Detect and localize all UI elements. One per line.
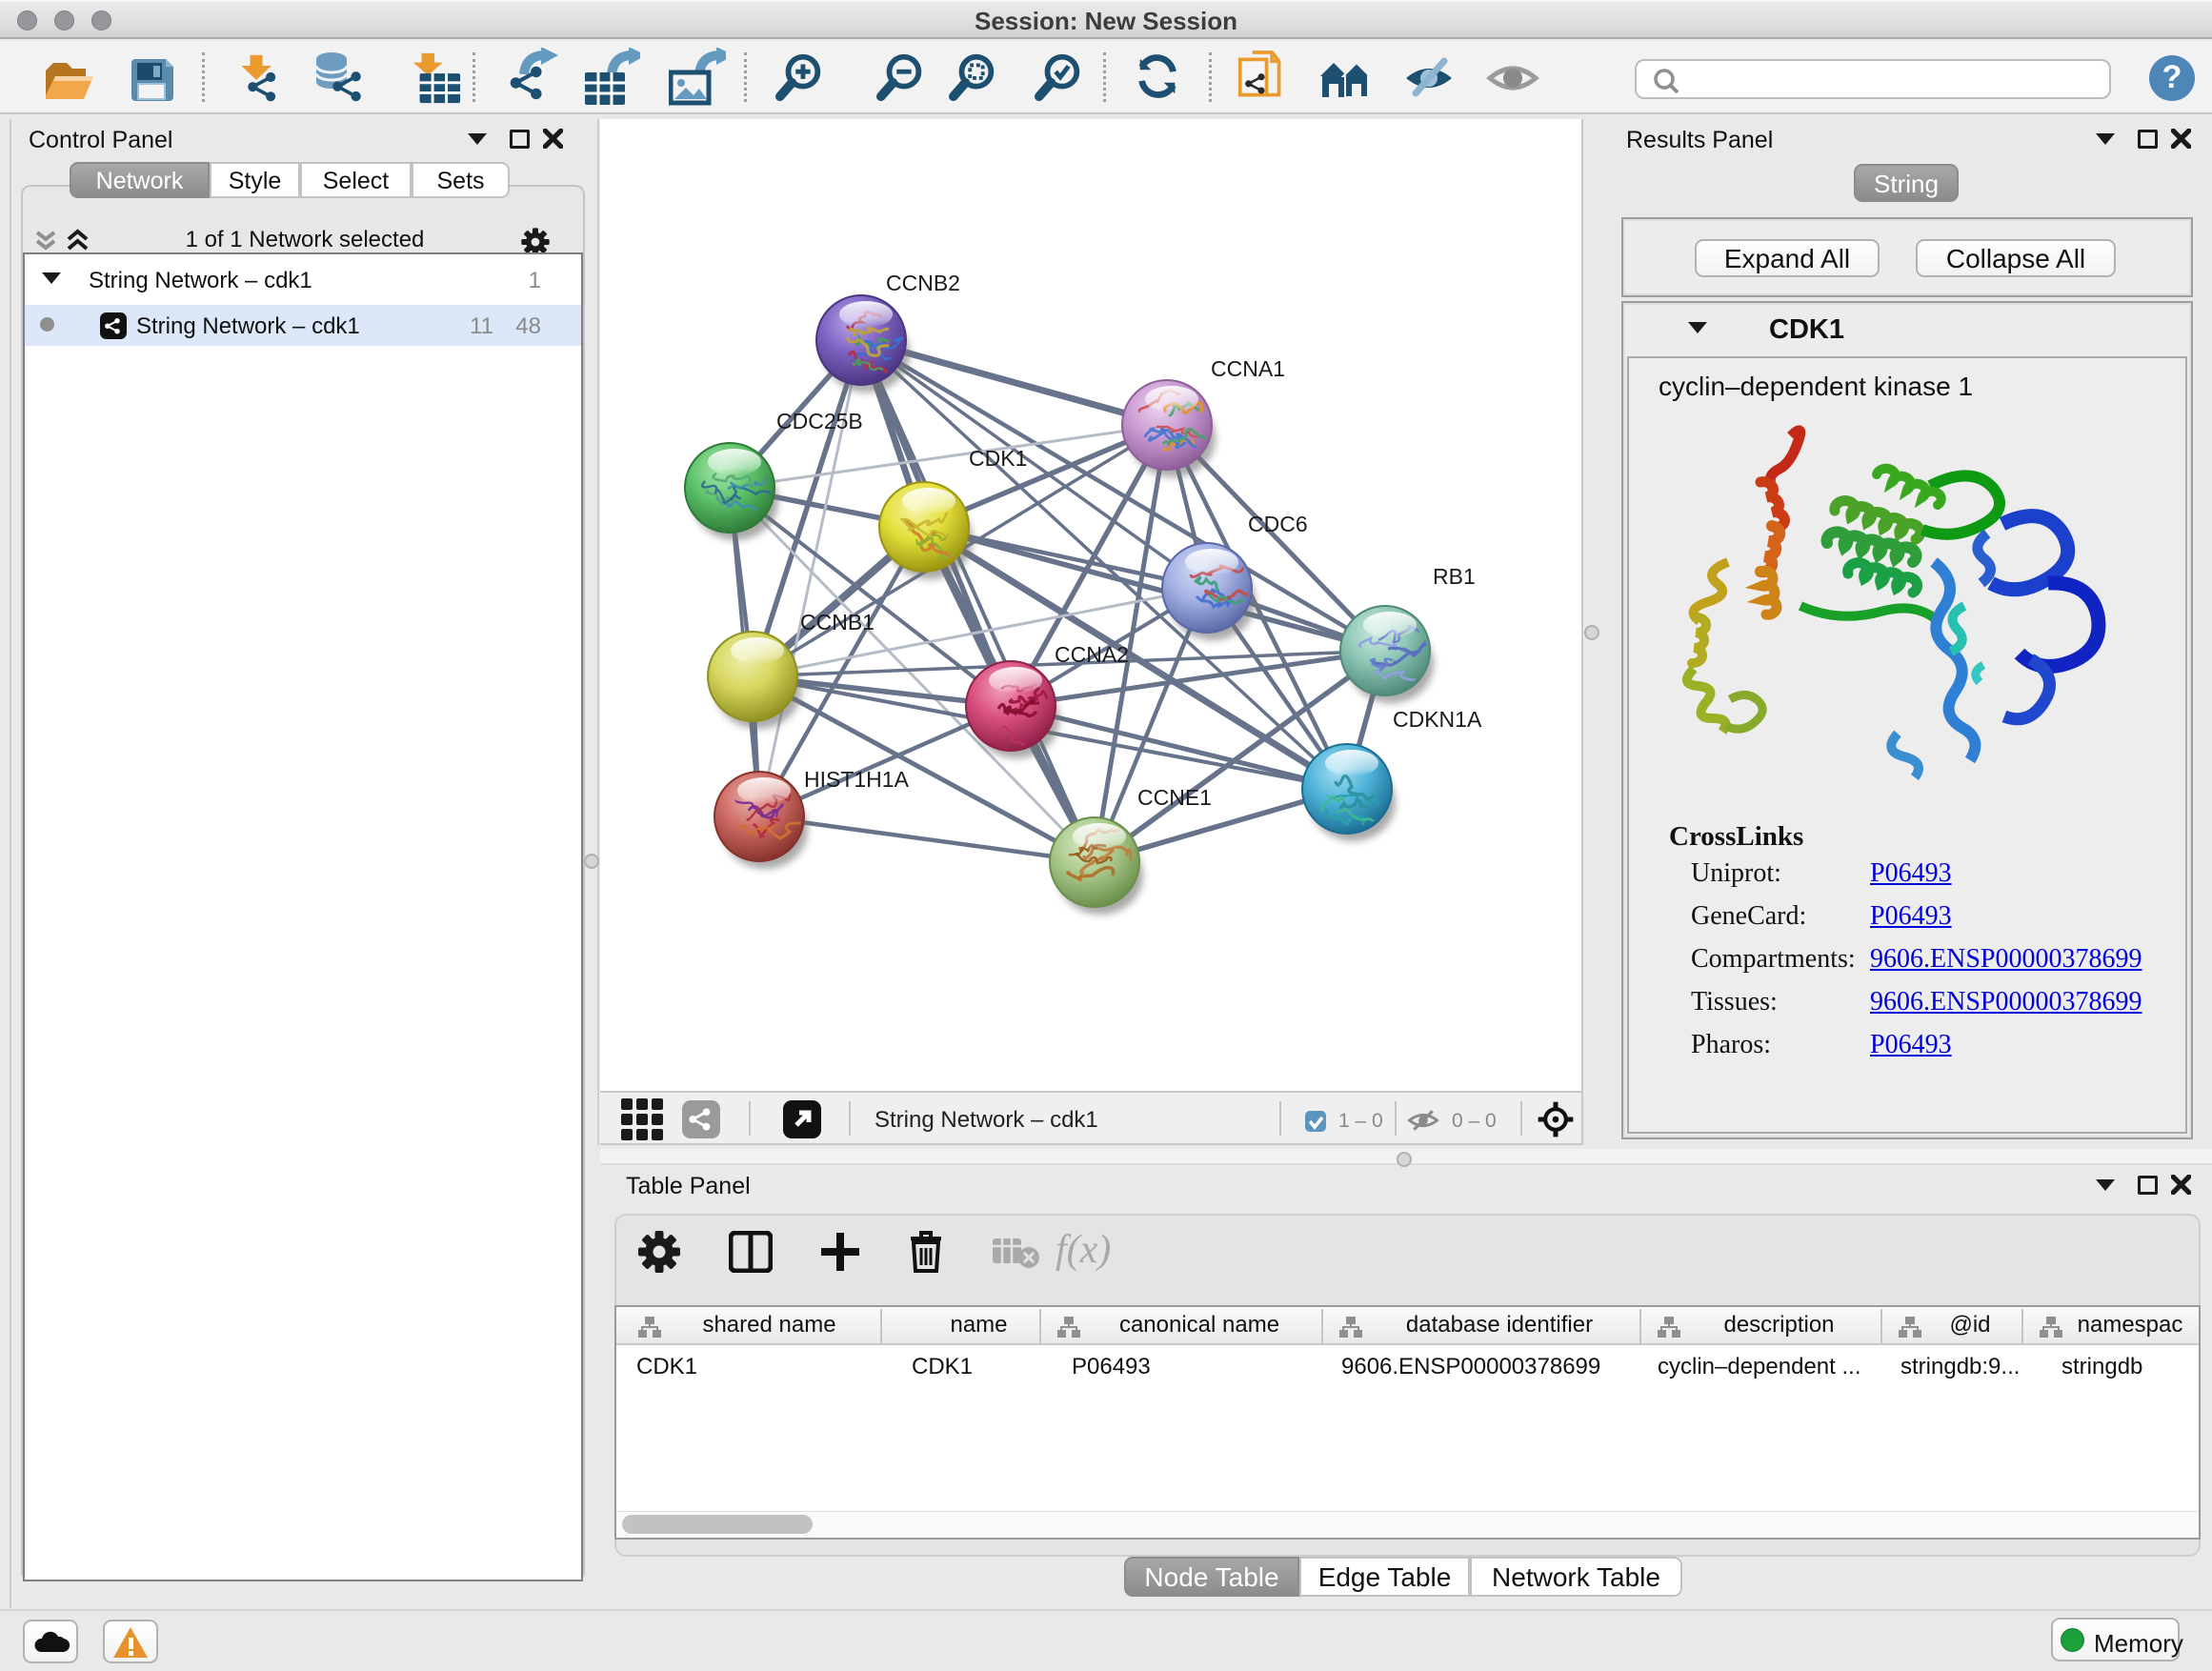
svg-text:CCNA1: CCNA1 [1211,356,1285,381]
svg-text:HIST1H1A: HIST1H1A [804,767,910,792]
svg-text:CCNA2: CCNA2 [1055,642,1129,667]
svg-text:CDK1: CDK1 [969,446,1027,471]
svg-text:CCNE1: CCNE1 [1137,785,1212,810]
svg-text:RB1: RB1 [1433,564,1476,589]
svg-text:CCNB2: CCNB2 [886,271,960,295]
svg-text:CCNB1: CCNB1 [800,610,875,634]
svg-text:CDKN1A: CDKN1A [1393,707,1482,732]
svg-text:CDC25B: CDC25B [776,409,863,433]
svg-text:CDC6: CDC6 [1248,512,1308,536]
